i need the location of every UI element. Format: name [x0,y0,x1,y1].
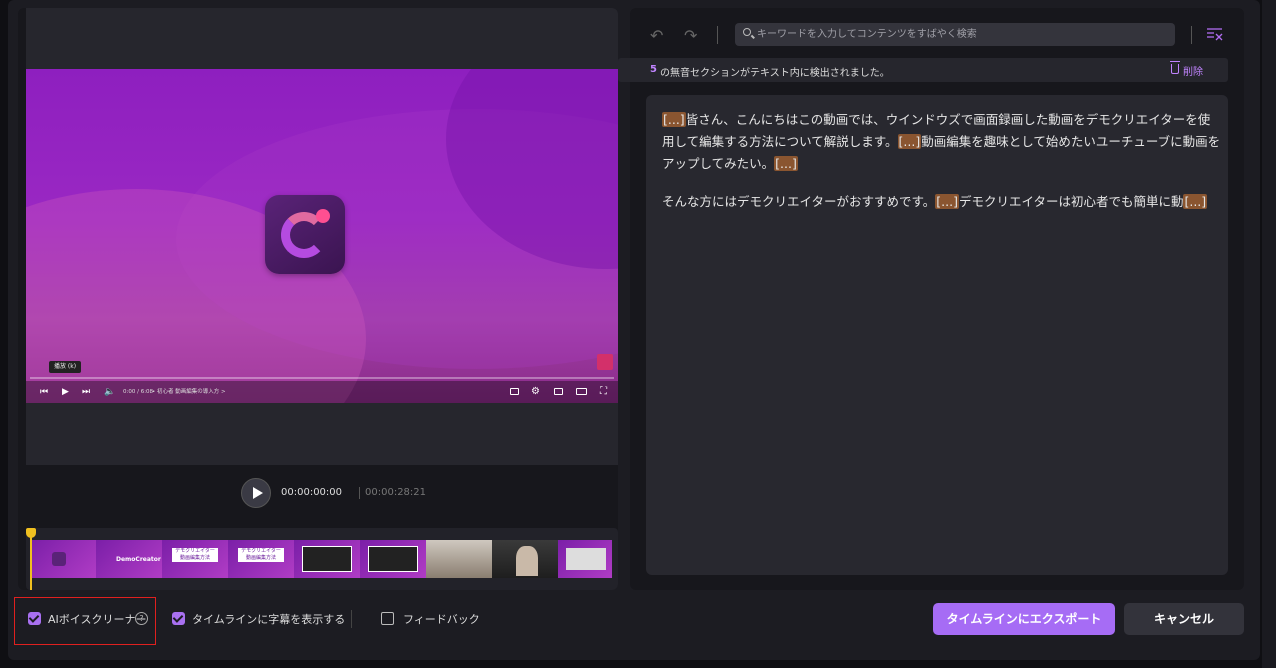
thumb-brand: DemoCreator [116,556,161,563]
player-controls: ⏮ ▶ ⏭ 🔈 0:00 / 6:08 • 初心者 動画編集の導入方 > ⚙ ⛶ [26,381,618,403]
feedback-link[interactable]: フィードバック [403,611,480,627]
bottom-divider [351,610,352,628]
transcript-segment[interactable]: デモクリエイターは初心者でも簡単に動 [959,194,1184,209]
trash-icon [1170,61,1180,74]
show-subtitles-checkbox[interactable] [172,612,185,625]
timeline-filmstrip[interactable]: DemoCreator デモクリエイター 動画編集方法 デモクリエイター 動画編集方… [26,528,618,590]
logo-thumb [52,552,66,566]
thumb-screen [302,546,352,572]
theater-mode-icon[interactable] [576,388,587,395]
redo-icon[interactable]: ↷ [684,26,697,45]
logo-dot [316,209,330,223]
search-input[interactable] [757,23,1167,46]
silence-count: 5 [650,64,657,75]
filmstrip-thumbnail [30,540,96,578]
silence-marker[interactable]: [...] [1183,194,1208,209]
cancel-button[interactable]: キャンセル [1124,603,1244,635]
thumb-person [516,546,538,576]
toolbar-divider [1191,26,1192,44]
time-separator [359,487,360,499]
ai-voice-cleaner-checkbox[interactable] [28,612,41,625]
thumb-title: デモクリエイター 動画編集方法 [172,548,218,562]
playhead[interactable] [30,531,32,590]
subtitles-icon[interactable] [510,388,519,395]
thumb-screen [368,546,418,572]
democreator-logo [265,195,345,274]
help-icon[interactable]: ? [135,612,148,625]
filmstrip-thumbnail: デモクリエイター 動画編集方法 [162,540,228,578]
filmstrip-thumbnail [294,540,360,578]
ai-voice-cleaner-label[interactable]: AIボイスクリーナー [48,611,146,627]
total-time: 00:00:28:21 [365,487,427,498]
fullscreen-icon[interactable]: ⛶ [600,381,607,403]
show-subtitles-label[interactable]: タイムラインに字幕を表示する [192,611,345,627]
undo-icon[interactable]: ↶ [650,26,663,45]
silence-marker[interactable]: [...] [774,156,798,171]
video-frame[interactable]: 播放 (k) ⏮ ▶ ⏭ 🔈 0:00 / 6:08 • 初心者 動画編集の導入… [26,69,618,403]
playhead-handle[interactable] [26,528,36,538]
silence-marker[interactable]: [...] [662,112,686,127]
feedback-icon[interactable] [381,612,394,625]
miniplayer-icon[interactable] [554,388,563,395]
background-app-edge [1262,0,1276,668]
filmstrip-thumbnail: DemoCreator [96,540,162,578]
toolbar-divider [717,26,718,44]
search-box[interactable] [735,23,1175,46]
channel-watermark [597,354,613,370]
play-tooltip: 播放 (k) [49,361,82,373]
filmstrip-thumbnail [558,540,612,578]
play-icon[interactable]: ▶ [62,381,69,403]
transcript-segment[interactable]: そんな方にはデモクリエイターがおすすめです。 [662,194,935,209]
time-readout: 0:00 / 6:08 [123,389,154,395]
play-button[interactable] [241,478,271,508]
silence-notice-bar: 5 の無音セクションがテキスト内に検出されました。 削除 [618,58,1228,82]
thumb-screen [566,548,606,570]
transcript-editor[interactable]: [...]皆さん、こんにちはこの動画では、ウインドウズで画面録画した動画をデモク… [646,95,1228,575]
transcript-text[interactable]: [...]皆さん、こんにちはこの動画では、ウインドウズで画面録画した動画をデモク… [662,109,1222,213]
chapter-text[interactable]: • 初心者 動画編集の導入方 > [152,381,226,403]
silence-marker[interactable]: [...] [897,134,922,149]
filmstrip-thumbnail [360,540,426,578]
preview-panel: 播放 (k) ⏮ ▶ ⏭ 🔈 0:00 / 6:08 • 初心者 動画編集の導入… [18,8,618,590]
silence-notice-text: の無音セクションがテキスト内に検出されました。 [660,68,890,79]
video-preview-area: 播放 (k) ⏮ ▶ ⏭ 🔈 0:00 / 6:08 • 初心者 動画編集の導入… [26,8,618,465]
thumb-title: デモクリエイター 動画編集方法 [238,548,284,562]
skip-back-icon[interactable]: ⏮ [40,381,48,403]
search-icon [743,28,751,36]
settings-icon[interactable]: ⚙ [531,381,540,403]
current-time: 00:00:00:00 [281,487,343,498]
volume-icon[interactable]: 🔈 [104,381,115,403]
transcript-panel: ↶ ↷ 5 の無音セクションがテキスト内に検出されました。 削除 [...]皆さ… [618,8,1244,590]
delete-label: 削除 [1183,67,1203,78]
clear-format-icon[interactable] [1206,25,1224,43]
filmstrip-thumbnail [426,540,492,578]
skip-next-icon[interactable]: ⏭ [82,381,90,403]
export-to-timeline-button[interactable]: タイムラインにエクスポート [933,603,1115,635]
video-progress-bar[interactable] [30,377,614,379]
filmstrip-thumbnail [492,540,558,578]
filmstrip-thumbnail: デモクリエイター 動画編集方法 [228,540,294,578]
silence-marker[interactable]: [...] [935,194,959,209]
